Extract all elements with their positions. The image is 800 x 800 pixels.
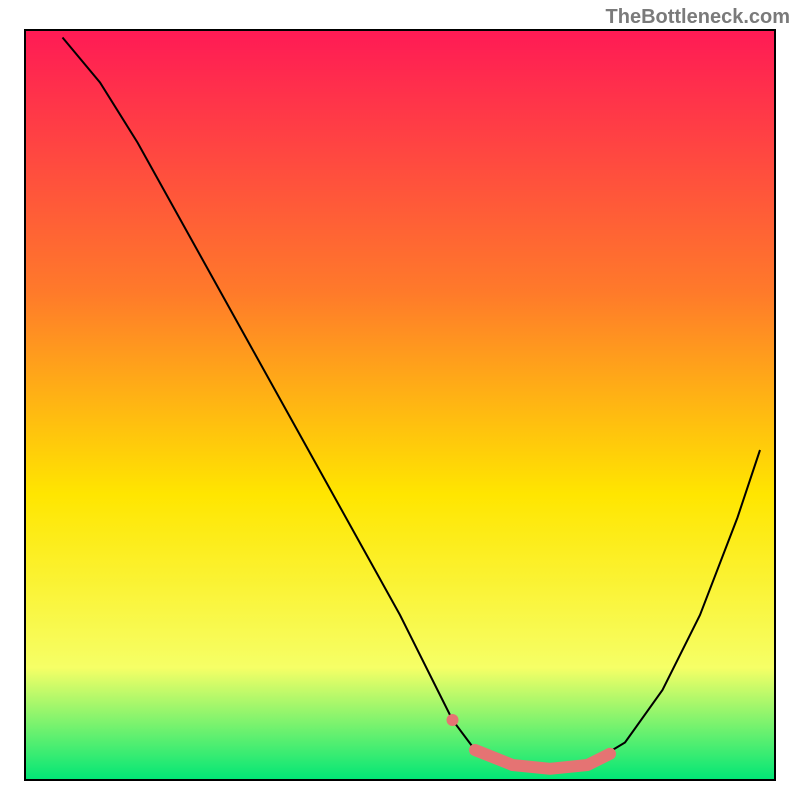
attribution-text: TheBottleneck.com (606, 6, 790, 29)
bottleneck-chart (0, 0, 800, 800)
chart-container: TheBottleneck.com (0, 0, 800, 800)
highlight-dot (447, 714, 459, 726)
